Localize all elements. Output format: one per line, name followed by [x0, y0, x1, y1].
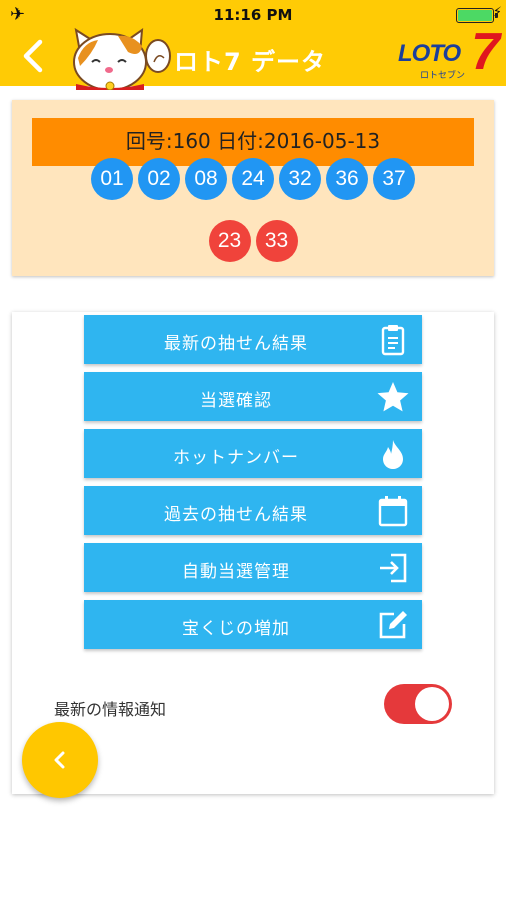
- main-number-ball: 24: [232, 158, 274, 200]
- star-icon: [377, 382, 409, 412]
- latest-result-card: 回号:160 日付:2016-05-13 01 02 08 24 32 36 37 23 33: [12, 100, 494, 276]
- main-number-ball: 37: [373, 158, 415, 200]
- main-number-ball: 08: [185, 158, 227, 200]
- calendar-icon: [378, 496, 408, 527]
- page-title: ロト7 データ: [173, 48, 327, 76]
- edit-icon: [379, 611, 407, 639]
- notification-label: 最新の情報通知: [54, 700, 167, 719]
- menu-item-label: ホットナンバー: [173, 448, 299, 468]
- clipboard-icon: [381, 325, 405, 356]
- menu-item-label: 最新の抽せん結果: [164, 334, 308, 354]
- menu-item-label: 当選確認: [200, 391, 272, 411]
- winning-check-button[interactable]: 当選確認: [84, 372, 422, 421]
- chevron-left-icon: [23, 39, 43, 73]
- charging-icon: ⚡: [492, 5, 502, 20]
- bonus-number-ball: 23: [208, 220, 251, 262]
- bonus-number-ball: 33: [255, 220, 298, 262]
- bonus-numbers: 23 33: [12, 220, 494, 262]
- flame-icon: [383, 440, 403, 469]
- app-header: ✈ 11:16 PM ⚡ ロト7 データ LOTO 7 ロトセブン: [0, 0, 506, 90]
- main-number-ball: 32: [279, 158, 321, 200]
- chevron-left-icon: [54, 751, 65, 769]
- back-fab-button[interactable]: [22, 722, 98, 798]
- hot-numbers-button[interactable]: ホットナンバー: [84, 429, 422, 478]
- menu-item-label: 過去の抽せん結果: [164, 505, 308, 525]
- battery-icon: [456, 8, 498, 23]
- main-number-ball: 02: [138, 158, 180, 200]
- sign-in-icon: [380, 553, 407, 583]
- notification-toggle[interactable]: [384, 684, 452, 724]
- menu-item-label: 宝くじの増加: [182, 619, 290, 639]
- auto-winning-management-button[interactable]: 自動当選管理: [84, 543, 422, 592]
- toggle-knob: [415, 687, 449, 721]
- loto7-logo: LOTO 7 ロトセブン: [398, 23, 500, 81]
- main-number-ball: 36: [326, 158, 368, 200]
- main-numbers: 01 02 08 24 32 36 37: [12, 158, 494, 200]
- back-button[interactable]: [14, 36, 54, 76]
- add-lottery-button[interactable]: 宝くじの増加: [84, 600, 422, 649]
- past-results-button[interactable]: 過去の抽せん結果: [84, 486, 422, 535]
- latest-results-button[interactable]: 最新の抽せん結果: [84, 315, 422, 364]
- menu-card: 最新の抽せん結果 当選確認 ホットナンバー 過去の抽せん結果 自動当選管理 宝く…: [12, 312, 494, 794]
- menu-item-label: 自動当選管理: [182, 562, 290, 582]
- main-number-ball: 01: [91, 158, 133, 200]
